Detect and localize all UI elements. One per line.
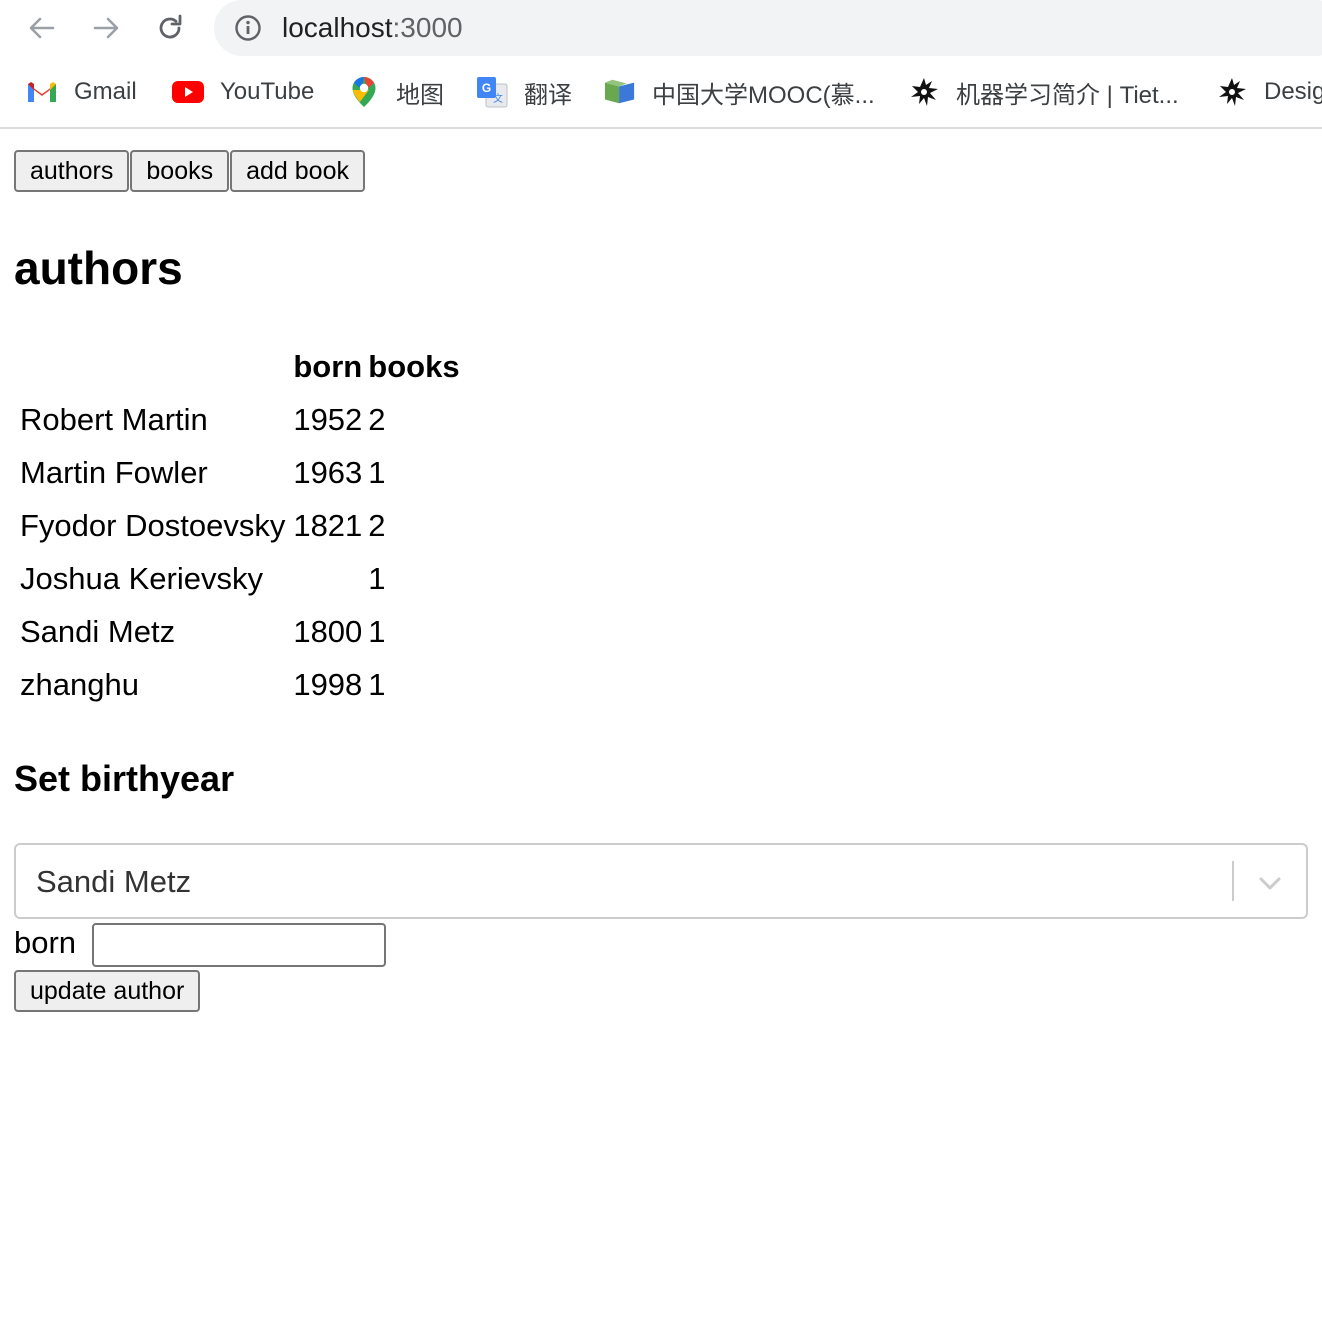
add-book-view-button[interactable]: add book (230, 150, 365, 192)
authors-view-button[interactable]: authors (14, 150, 130, 192)
table-row: Robert Martin 1952 2 (16, 394, 462, 445)
author-name: Fyodor Dostoevsky (20, 507, 286, 543)
reload-button[interactable] (150, 8, 190, 48)
author-select[interactable]: Sandi Metz (14, 843, 1308, 919)
author-book-count: 1 (368, 666, 386, 702)
bookmark-translate[interactable]: G 文 翻译 (476, 68, 572, 116)
bookmark-label: Gmail (74, 78, 137, 105)
author-born: 1998 (293, 666, 363, 702)
view-switcher: authors books add book (14, 150, 366, 192)
bookmark-label: 机器学习简介 | Tiet... (956, 81, 1179, 109)
bookmark-maps[interactable]: 地图 (348, 68, 444, 116)
translate-icon: G 文 (476, 76, 508, 108)
bookmark-label: 地图 (396, 81, 444, 109)
author-name: Robert Martin (20, 401, 208, 437)
bookmark-design[interactable]: Desig (1216, 68, 1322, 116)
author-select-value: Sandi Metz (36, 864, 192, 899)
url-port: :3000 (392, 12, 463, 43)
author-born: 1963 (293, 454, 363, 490)
browser-chrome: localhost:3000 Gmail YouTube 地图 G 文 翻译 中… (0, 0, 1322, 129)
bookmark-youtube[interactable]: YouTube (172, 68, 314, 116)
bookmark-label: YouTube (220, 78, 315, 105)
author-name: Sandi Metz (20, 613, 176, 649)
author-born (291, 553, 364, 604)
table-row: Sandi Metz 1800 1 (16, 606, 462, 657)
column-header-born: born (293, 349, 363, 384)
page-title: authors (14, 242, 183, 294)
select-separator (1232, 861, 1234, 901)
column-header-name (16, 342, 289, 392)
url-text[interactable]: localhost:3000 (282, 11, 463, 45)
bird-icon (908, 76, 940, 108)
table-row: zhanghu 1998 1 (16, 659, 462, 710)
bookmark-label: 中国大学MOOC(慕... (652, 81, 875, 109)
mooc-icon (604, 76, 636, 108)
author-born: 1800 (293, 613, 363, 649)
author-book-count: 1 (368, 454, 386, 490)
bird-icon (1216, 76, 1248, 108)
svg-text:文: 文 (493, 92, 503, 105)
table-row: Joshua Kerievsky 1 (16, 553, 462, 604)
url-host: localhost (282, 12, 393, 43)
table-header-row: born books (16, 342, 462, 392)
gmail-icon (26, 76, 58, 108)
reload-icon (159, 14, 182, 39)
chevron-down-icon[interactable] (1254, 867, 1286, 899)
bookmarks-bar: Gmail YouTube 地图 G 文 翻译 中国大学MOOC(慕... 机器… (0, 68, 1322, 116)
authors-table: born books Robert Martin 1952 2 Martin F… (14, 340, 464, 712)
bookmark-label: 翻译 (524, 81, 572, 109)
maps-pin-icon (348, 76, 380, 108)
author-book-count: 1 (368, 613, 386, 649)
arrow-right-icon (93, 17, 119, 39)
set-birthyear-title: Set birthyear (14, 758, 235, 799)
table-row: Martin Fowler 1963 1 (16, 447, 462, 498)
born-label: born (14, 925, 77, 960)
bookmark-label: Desig (1264, 78, 1322, 105)
table-row: Fyodor Dostoevsky 1821 2 (16, 500, 462, 551)
author-book-count: 2 (368, 401, 386, 437)
svg-text:G: G (482, 81, 491, 95)
author-book-count: 1 (368, 560, 386, 596)
column-header-books: books (368, 349, 460, 384)
youtube-icon (172, 76, 204, 108)
born-input[interactable] (92, 923, 386, 967)
bookmark-ml-intro[interactable]: 机器学习简介 | Tiet... (908, 68, 1179, 116)
back-button[interactable] (22, 8, 62, 48)
info-icon[interactable] (234, 14, 262, 42)
author-name: Martin Fowler (20, 454, 208, 490)
author-book-count: 2 (368, 507, 386, 543)
address-bar[interactable]: localhost:3000 (214, 0, 1322, 56)
bookmark-mooc[interactable]: 中国大学MOOC(慕... (604, 68, 875, 116)
books-view-button[interactable]: books (130, 150, 230, 192)
author-born: 1952 (293, 401, 363, 437)
bookmark-gmail[interactable]: Gmail (26, 68, 137, 116)
forward-button[interactable] (86, 8, 126, 48)
author-name: Joshua Kerievsky (20, 560, 263, 596)
update-author-button[interactable]: update author (14, 970, 201, 1012)
author-born: 1821 (293, 507, 363, 543)
author-name: zhanghu (20, 666, 139, 702)
arrow-left-icon (29, 17, 55, 39)
